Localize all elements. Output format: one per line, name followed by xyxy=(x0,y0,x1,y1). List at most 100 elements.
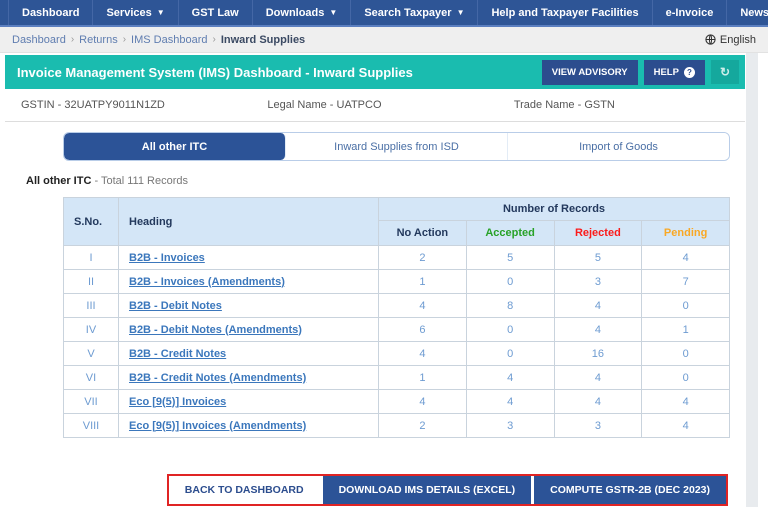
pending-count: 0 xyxy=(641,365,730,390)
rejected-count: 16 xyxy=(553,341,643,366)
pending-count: 4 xyxy=(641,413,730,438)
accepted-count: 0 xyxy=(465,317,555,342)
heading-link[interactable]: B2B - Invoices xyxy=(129,252,205,264)
page-header: Invoice Management System (IMS) Dashboar… xyxy=(5,55,745,89)
table-row: IV B2B - Debit Notes (Amendments) 6 0 4 … xyxy=(63,317,730,342)
chevron-down-icon: ▼ xyxy=(156,7,165,17)
heading-link[interactable]: B2B - Debit Notes (Amendments) xyxy=(129,324,302,336)
records-summary-title: All other ITC xyxy=(26,175,92,187)
row-sno: III xyxy=(63,293,119,318)
column-header-accepted: Accepted xyxy=(465,220,555,246)
column-header-no-action: No Action xyxy=(378,220,467,246)
accepted-count: 4 xyxy=(465,365,555,390)
footer-actions: BACK TO DASHBOARD DOWNLOAD IMS DETAILS (… xyxy=(63,474,728,506)
table-row: VII Eco [9(5)] Invoices 4 4 4 4 xyxy=(63,389,730,414)
breadcrumb-link-returns[interactable]: Returns xyxy=(79,34,118,46)
nav-item-services[interactable]: Services ▼ xyxy=(93,0,179,25)
accepted-count: 5 xyxy=(465,245,555,270)
pending-count: 4 xyxy=(641,389,730,414)
language-label: English xyxy=(719,33,756,46)
row-sno: II xyxy=(63,269,119,294)
nav-item-downloads[interactable]: Downloads ▼ xyxy=(253,0,352,25)
table-row: II B2B - Invoices (Amendments) 1 0 3 7 xyxy=(63,269,730,294)
breadcrumb-separator: › xyxy=(212,34,216,45)
row-sno: VIII xyxy=(63,413,119,438)
table-row: VIII Eco [9(5)] Invoices (Amendments) 2 … xyxy=(63,413,730,438)
records-summary: All other ITC - Total 111 Records xyxy=(26,175,730,187)
tab-content-area: All other ITC Inward Supplies from ISD I… xyxy=(5,132,745,506)
rejected-count: 4 xyxy=(553,365,643,390)
no-action-count: 4 xyxy=(378,389,467,414)
rejected-count: 3 xyxy=(553,413,643,438)
rejected-count: 4 xyxy=(553,389,643,414)
accepted-count: 0 xyxy=(465,341,555,366)
column-group-number-of-records: Number of Records xyxy=(378,197,730,221)
refresh-button[interactable]: ↻ xyxy=(710,60,739,84)
pending-count: 4 xyxy=(641,245,730,270)
heading-link[interactable]: B2B - Debit Notes xyxy=(129,300,222,312)
heading-link[interactable]: B2B - Invoices (Amendments) xyxy=(129,276,285,288)
no-action-count: 1 xyxy=(378,269,467,294)
no-action-count: 1 xyxy=(378,365,467,390)
no-action-count: 4 xyxy=(378,293,467,318)
table-row: III B2B - Debit Notes 4 8 4 0 xyxy=(63,293,730,318)
heading-link[interactable]: B2B - Credit Notes (Amendments) xyxy=(129,372,306,384)
trade-name-value: Trade Name - GSTN xyxy=(513,99,615,111)
breadcrumb-link-dashboard[interactable]: Dashboard xyxy=(12,34,66,46)
nav-item-search-taxpayer[interactable]: Search Taxpayer ▼ xyxy=(351,0,479,25)
breadcrumb-current: Inward Supplies xyxy=(220,33,306,46)
chevron-down-icon: ▼ xyxy=(329,7,338,17)
row-heading-link-cell: B2B - Credit Notes xyxy=(118,341,379,366)
scrollbar-track[interactable] xyxy=(746,53,758,507)
back-to-dashboard-button[interactable]: BACK TO DASHBOARD xyxy=(168,476,320,504)
tab-all-other-itc[interactable]: All other ITC xyxy=(64,133,286,160)
view-advisory-button[interactable]: VIEW ADVISORY xyxy=(541,59,638,85)
tab-bar: All other ITC Inward Supplies from ISD I… xyxy=(63,132,730,161)
accepted-count: 0 xyxy=(465,269,555,294)
pending-count: 7 xyxy=(641,269,730,294)
chevron-down-icon: ▼ xyxy=(456,7,465,17)
heading-link[interactable]: Eco [9(5)] Invoices (Amendments) xyxy=(129,420,306,432)
table-row: I B2B - Invoices 2 5 5 4 xyxy=(63,245,730,270)
column-header-sno: S.No. xyxy=(63,197,119,246)
rejected-count: 5 xyxy=(553,245,643,270)
question-mark-icon: ? xyxy=(683,66,695,78)
pending-count: 0 xyxy=(641,341,730,366)
no-action-count: 6 xyxy=(378,317,467,342)
nav-item-e-invoice[interactable]: e-Invoice xyxy=(653,0,728,25)
accepted-count: 8 xyxy=(465,293,555,318)
rejected-count: 4 xyxy=(553,317,643,342)
language-selector[interactable]: English xyxy=(705,34,756,46)
breadcrumb: Dashboard › Returns › IMS Dashboard › In… xyxy=(0,27,768,53)
ims-dashboard-page: Dashboard Services ▼ GST Law Downloads ▼ S… xyxy=(0,0,768,507)
tab-inward-supplies-from-isd[interactable]: Inward Supplies from ISD xyxy=(286,133,508,160)
gstin-value: GSTIN - 32UATPY9011N1ZD xyxy=(21,99,165,111)
nav-item-news-updates[interactable]: News and Updates xyxy=(727,0,768,25)
records-summary-count: - Total 111 Records xyxy=(91,175,188,187)
row-heading-link-cell: B2B - Credit Notes (Amendments) xyxy=(118,365,379,390)
nav-item-dashboard[interactable]: Dashboard xyxy=(8,0,94,25)
compute-gstr-2b-button[interactable]: COMPUTE GSTR-2B (DEC 2023) xyxy=(531,476,726,504)
table-row: V B2B - Credit Notes 4 0 16 0 xyxy=(63,341,730,366)
download-ims-details-button[interactable]: DOWNLOAD IMS DETAILS (EXCEL) xyxy=(319,476,532,504)
rejected-count: 4 xyxy=(553,293,643,318)
page-title: Invoice Management System (IMS) Dashboar… xyxy=(17,64,413,80)
row-sno: V xyxy=(63,341,119,366)
no-action-count: 2 xyxy=(378,413,467,438)
nav-item-help-facilities[interactable]: Help and Taxpayer Facilities xyxy=(478,0,653,25)
records-table: S.No. Heading Number of Records No Actio… xyxy=(63,197,730,438)
top-navigation: Dashboard Services ▼ GST Law Downloads ▼ S… xyxy=(0,0,768,27)
breadcrumb-separator: › xyxy=(70,34,75,45)
tab-import-of-goods[interactable]: Import of Goods xyxy=(508,133,729,160)
help-button[interactable]: HELP? xyxy=(643,59,705,85)
rejected-count: 3 xyxy=(553,269,643,294)
nav-item-gst-law[interactable]: GST Law xyxy=(179,0,253,25)
row-sno: VI xyxy=(63,365,119,390)
heading-link[interactable]: B2B - Credit Notes xyxy=(129,348,226,360)
accepted-count: 4 xyxy=(465,389,555,414)
pending-count: 0 xyxy=(641,293,730,318)
no-action-count: 4 xyxy=(378,341,467,366)
heading-link[interactable]: Eco [9(5)] Invoices xyxy=(129,396,226,408)
breadcrumb-link-ims-dashboard[interactable]: IMS Dashboard xyxy=(131,34,207,46)
globe-icon xyxy=(705,34,716,45)
